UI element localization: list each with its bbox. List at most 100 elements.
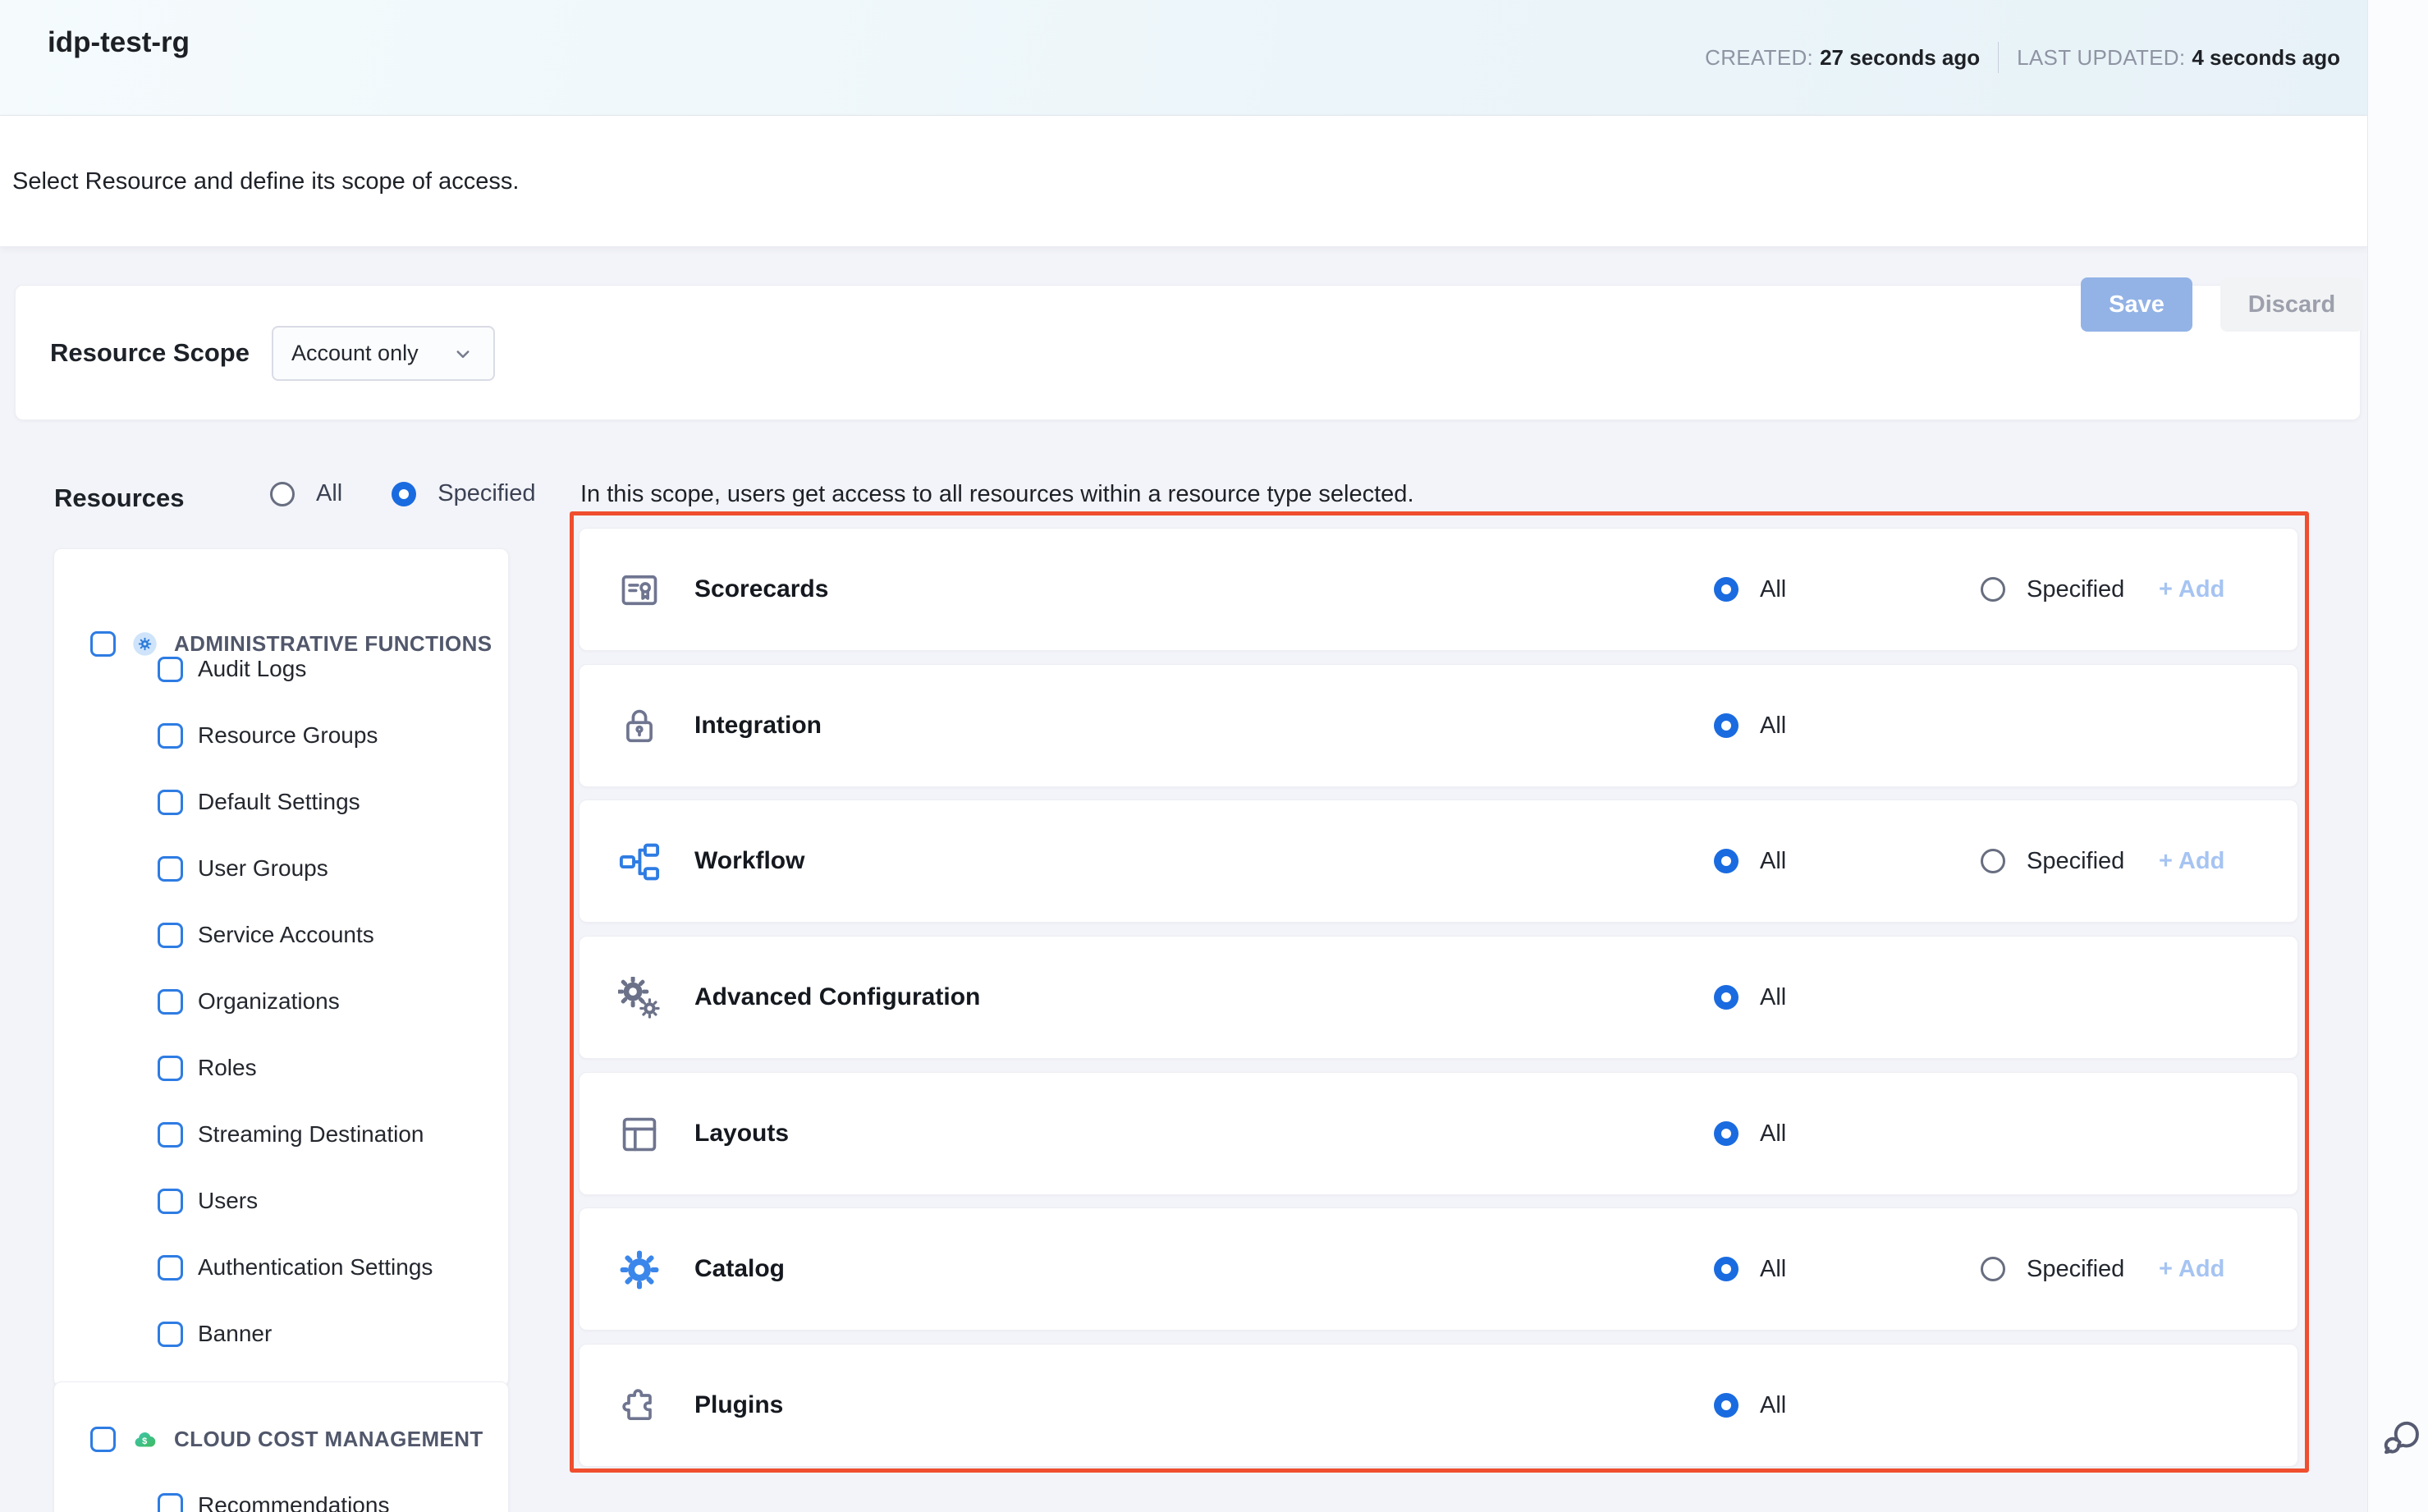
plugins-all-radio[interactable] [1714,1393,1739,1418]
all-radio-label: All [1760,1392,1786,1419]
chevron-down-icon [451,341,475,366]
workflow-add-link[interactable]: + Add [2159,800,2224,922]
layouts-all-radio[interactable] [1714,1121,1739,1146]
resource-type-row-plugins: Plugins All [579,1344,2298,1467]
resource-type-label: Scorecards [694,529,828,650]
item-checkbox[interactable] [158,856,183,882]
catalog-add-link[interactable]: + Add [2159,1208,2224,1330]
group-header: $ CLOUD COST MANAGEMENT [90,1427,483,1452]
discard-button[interactable]: Discard [2220,277,2363,332]
resource-item-user-groups: User Groups [158,855,328,882]
resource-item-service-accounts: Service Accounts [158,922,374,948]
resource-type-label: Advanced Configuration [694,937,980,1058]
item-label: Banner [198,1321,272,1347]
group-checkbox[interactable] [90,631,116,657]
right-utility-strip [2367,0,2428,1512]
resource-item-roles: Roles [158,1055,257,1081]
created-value: 27 seconds ago [1820,45,1980,70]
integration-all-option: All [1714,665,1786,786]
admin-functions-icon [132,631,158,657]
resource-scope-dropdown[interactable]: Account only [272,326,495,381]
item-checkbox[interactable] [158,1493,183,1512]
resource-type-row-advanced-configuration: Advanced Configuration All [579,936,2298,1059]
meta-info: CREATED:27 seconds ago LAST UPDATED:4 se… [1705,0,2340,115]
group-name: ADMINISTRATIVE FUNCTIONS [174,631,492,657]
catalog-all-radio[interactable] [1714,1257,1739,1281]
meta-divider [1998,42,1999,73]
resource-type-label: Integration [694,665,822,786]
item-label: Resource Groups [198,722,378,749]
advanced-configuration-all-option: All [1714,937,1786,1058]
item-checkbox[interactable] [158,657,183,682]
toolbar: Select Resource and define its scope of … [0,116,2367,247]
integration-lock-icon [618,705,661,748]
item-checkbox[interactable] [158,989,183,1015]
item-checkbox[interactable] [158,1056,183,1081]
group-checkbox[interactable] [90,1427,116,1452]
all-radio-label: All [1760,1120,1786,1148]
all-radio-label: All [1760,1256,1786,1283]
resource-item-users: Users [158,1188,258,1214]
resource-item-recommendations: Recommendations [158,1492,389,1512]
resources-title: Resources [54,483,185,513]
resource-item-streaming-destination: Streaming Destination [158,1121,424,1148]
item-checkbox[interactable] [158,1322,183,1347]
item-label: Organizations [198,988,340,1015]
item-checkbox[interactable] [158,923,183,948]
item-label: Streaming Destination [198,1121,424,1148]
resource-type-label: Plugins [694,1345,783,1466]
save-button[interactable]: Save [2081,277,2192,332]
plugins-puzzle-icon [618,1385,661,1427]
resource-type-label: Catalog [694,1208,785,1330]
scorecards-all-option: All [1714,529,1786,650]
item-checkbox[interactable] [158,1255,183,1281]
item-checkbox[interactable] [158,1122,183,1148]
resources-mode-radios: AllSpecified [270,480,564,507]
resource-type-label: Workflow [694,800,804,922]
integration-all-radio[interactable] [1714,713,1739,738]
item-checkbox[interactable] [158,723,183,749]
resource-item-banner: Banner [158,1321,272,1347]
layouts-all-option: All [1714,1073,1786,1194]
resource-item-resource-groups: Resource Groups [158,722,378,749]
svg-text:$: $ [142,1436,148,1446]
item-checkbox[interactable] [158,790,183,815]
item-label: Default Settings [198,789,360,815]
catalog-specified-radio[interactable] [1981,1257,2005,1281]
workflow-all-radio[interactable] [1714,849,1739,873]
item-checkbox[interactable] [158,1189,183,1214]
scorecards-all-radio[interactable] [1714,577,1739,602]
all-radio-label: All [1760,712,1786,740]
item-label: Authentication Settings [198,1254,433,1281]
workflow-all-option: All [1714,800,1786,922]
chat-bubbles-icon[interactable] [2378,1417,2424,1463]
created-label: CREATED:27 seconds ago [1705,45,1980,71]
resource-type-row-workflow: Workflow All Specified + Add [579,800,2298,923]
resource-type-row-catalog: Catalog All Specified + Add [579,1207,2298,1331]
advanced-configuration-all-radio[interactable] [1714,985,1739,1010]
plugins-all-option: All [1714,1345,1786,1466]
item-label: Recommendations [198,1492,389,1512]
item-label: User Groups [198,855,328,882]
all-radio-label: All [1760,848,1786,875]
resources-all-radio[interactable] [270,482,295,506]
catalog-specified-option: Specified [1981,1208,2124,1330]
all-radio-label: All [1760,576,1786,603]
resources-specified-radio[interactable] [392,482,416,506]
resource-scope-label: Resource Scope [50,286,250,419]
item-label: Service Accounts [198,922,374,948]
specified-radio-label: Specified [2027,576,2124,603]
cloud-cost-icon: $ [132,1427,158,1452]
resource-group-card-administrative-functions: ADMINISTRATIVE FUNCTIONS Audit Logs Reso… [53,548,509,1387]
scorecards-add-link[interactable]: + Add [2159,529,2224,650]
workflow-specified-radio[interactable] [1981,849,2005,873]
resource-type-label: Layouts [694,1073,789,1194]
group-name: CLOUD COST MANAGEMENT [174,1427,483,1452]
resources-specified-radio-label: Specified [437,480,535,507]
item-label: Users [198,1188,258,1214]
scorecards-specified-radio[interactable] [1981,577,2005,602]
scorecards-specified-option: Specified [1981,529,2124,650]
resource-type-row-integration: Integration All [579,664,2298,787]
item-label: Audit Logs [198,656,306,682]
page-title: idp-test-rg [48,26,190,59]
